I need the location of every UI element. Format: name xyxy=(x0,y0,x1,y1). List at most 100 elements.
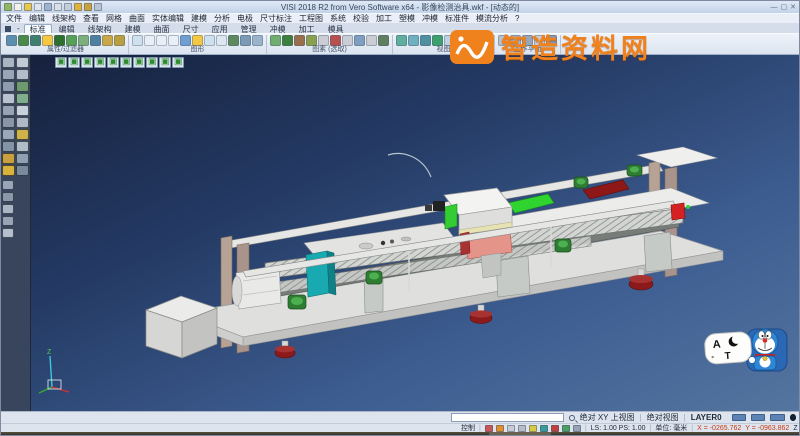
view-custom-icon[interactable] xyxy=(480,35,491,46)
ribbon-tab-冲模[interactable]: 冲模 xyxy=(264,24,292,33)
cad-model-linear-stage[interactable] xyxy=(31,55,799,411)
ribbon-minimize-button[interactable]: - xyxy=(14,24,23,33)
menu-item-8[interactable]: 建模 xyxy=(191,13,207,24)
print-icon[interactable] xyxy=(44,3,52,11)
workplane-3pt-icon[interactable] xyxy=(522,35,533,46)
selection-filter-icon[interactable] xyxy=(378,35,389,46)
mirror-tool-icon[interactable] xyxy=(2,141,15,152)
select-element-icon[interactable] xyxy=(270,35,281,46)
pan-view-icon[interactable] xyxy=(216,35,227,46)
snap-mid-icon[interactable] xyxy=(507,425,515,432)
workplane-store-icon[interactable] xyxy=(546,35,557,46)
zoom-extents-icon[interactable] xyxy=(204,35,215,46)
block-tool-icon[interactable] xyxy=(16,105,29,116)
view-prev-icon[interactable] xyxy=(456,35,467,46)
filter-edge-icon[interactable] xyxy=(66,35,77,46)
workplane-new-icon[interactable] xyxy=(498,35,509,46)
scale-tool-icon[interactable] xyxy=(16,153,29,164)
view-iso-icon[interactable] xyxy=(432,35,443,46)
menu-item-3[interactable]: 线架构 xyxy=(52,13,76,24)
menu-item-7[interactable]: 实体编辑 xyxy=(152,13,184,24)
render-mode-icon[interactable] xyxy=(240,35,251,46)
surface-tool-icon[interactable] xyxy=(16,93,29,104)
hidden-line-icon[interactable] xyxy=(168,35,179,46)
filter-point-icon[interactable] xyxy=(102,35,113,46)
status-blue-button-1[interactable] xyxy=(732,414,746,421)
menu-item-6[interactable]: 曲面 xyxy=(129,13,145,24)
view-rotate-icon[interactable] xyxy=(444,35,455,46)
status-indicator-dot[interactable] xyxy=(790,414,796,421)
undo-icon[interactable] xyxy=(74,3,82,11)
point-tool-icon[interactable] xyxy=(2,69,15,80)
workplane-indicator[interactable]: 绝对 XY 上视图 xyxy=(580,412,635,423)
ribbon-tab-管理[interactable]: 管理 xyxy=(235,24,263,33)
menu-item-15[interactable]: 加工 xyxy=(376,13,392,24)
info-panel-icon[interactable] xyxy=(2,228,14,238)
menu-item-5[interactable]: 网格 xyxy=(106,13,122,24)
select-color-icon[interactable] xyxy=(330,35,341,46)
ribbon-tab-应用[interactable]: 应用 xyxy=(206,24,234,33)
snap-point-icon[interactable] xyxy=(485,425,493,432)
redraw-icon[interactable] xyxy=(132,35,143,46)
snap-quad-icon[interactable] xyxy=(551,425,559,432)
shade-mode-icon[interactable] xyxy=(228,35,239,46)
snap-clock-icon[interactable] xyxy=(562,425,570,432)
menu-item-10[interactable]: 电极 xyxy=(237,13,253,24)
feature-tree-icon[interactable] xyxy=(2,204,14,214)
deselect-icon[interactable] xyxy=(366,35,377,46)
copy-icon[interactable] xyxy=(64,3,72,11)
menu-item-4[interactable]: 查看 xyxy=(83,13,99,24)
trim-tool-icon[interactable] xyxy=(2,129,15,140)
close-button[interactable]: ✕ xyxy=(790,4,796,11)
dynamic-rotate-icon[interactable] xyxy=(180,35,191,46)
menu-item-13[interactable]: 系统 xyxy=(330,13,346,24)
menu-item-2[interactable]: 编辑 xyxy=(29,13,45,24)
menu-item-18[interactable]: 标准件 xyxy=(445,13,469,24)
filter-active-icon[interactable] xyxy=(42,35,53,46)
view-indicator[interactable]: 绝对视图 xyxy=(647,412,679,423)
filter-solid-icon[interactable] xyxy=(78,35,89,46)
menu-item-19[interactable]: 模流分析 xyxy=(476,13,508,24)
extend-tool-icon[interactable] xyxy=(16,129,29,140)
menu-item-9[interactable]: 分析 xyxy=(214,13,230,24)
attr-layer-icon[interactable] xyxy=(30,35,41,46)
view-side-icon[interactable] xyxy=(420,35,431,46)
view-front-icon[interactable] xyxy=(408,35,419,46)
menu-item-14[interactable]: 校验 xyxy=(353,13,369,24)
ribbon-tab-加工[interactable]: 加工 xyxy=(293,24,321,33)
status-blue-button-2[interactable] xyxy=(751,414,765,421)
filter-wire-icon[interactable] xyxy=(90,35,101,46)
wireframe-view-icon[interactable] xyxy=(144,35,155,46)
select-layer-icon[interactable] xyxy=(342,35,353,46)
rotate-tool-icon[interactable] xyxy=(2,153,15,164)
view-axono-icon[interactable] xyxy=(468,35,479,46)
filter-face-icon[interactable] xyxy=(54,35,65,46)
arc-tool-icon[interactable] xyxy=(2,81,15,92)
ribbon-tab-尺寸[interactable]: 尺寸 xyxy=(177,24,205,33)
command-input[interactable] xyxy=(451,413,564,422)
open-file-icon[interactable] xyxy=(14,3,22,11)
attr-color-icon[interactable] xyxy=(6,35,17,46)
fillet-tool-icon[interactable] xyxy=(2,117,15,128)
ribbon-tab-模具[interactable]: 模具 xyxy=(322,24,350,33)
history-panel-icon[interactable] xyxy=(2,192,14,202)
select-chain-icon[interactable] xyxy=(282,35,293,46)
status-blue-button-3[interactable] xyxy=(770,414,784,421)
menu-item-1[interactable]: 文件 xyxy=(6,13,22,24)
save-all-icon[interactable] xyxy=(34,3,42,11)
menu-item-16[interactable]: 塑模 xyxy=(399,13,415,24)
ribbon-tab-编辑[interactable]: 编辑 xyxy=(53,24,81,33)
shaded-view-icon[interactable] xyxy=(156,35,167,46)
new-file-icon[interactable] xyxy=(4,3,12,11)
import-icon[interactable] xyxy=(54,3,62,11)
ribbon-tab-建模[interactable]: 建模 xyxy=(119,24,147,33)
circle-tool-icon[interactable] xyxy=(16,81,29,92)
menu-item-11[interactable]: 尺寸标注 xyxy=(260,13,292,24)
view-manager-icon[interactable] xyxy=(252,35,263,46)
minimize-button[interactable]: — xyxy=(771,4,778,11)
snap-intersect-icon[interactable] xyxy=(529,425,537,432)
redo-icon[interactable] xyxy=(84,3,92,11)
properties-panel-icon[interactable] xyxy=(2,216,14,226)
menu-item-12[interactable]: 工程图 xyxy=(299,13,323,24)
layer-panel-icon[interactable] xyxy=(2,180,14,190)
